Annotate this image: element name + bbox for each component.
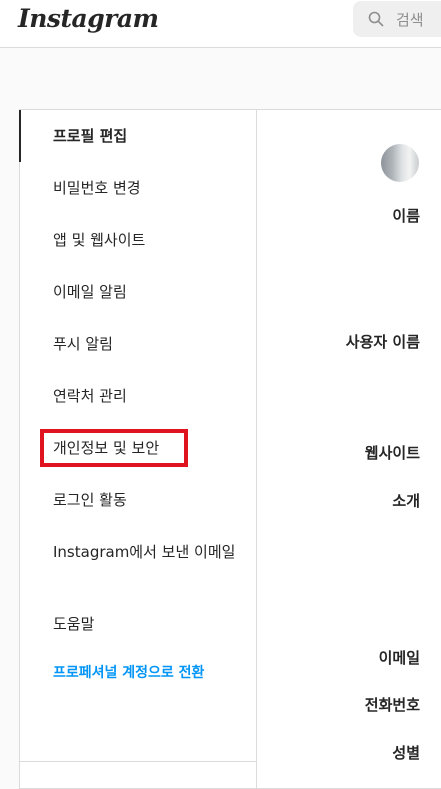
sidebar-item-apps-websites[interactable]: 앱 및 웹사이트 <box>20 231 256 250</box>
sidebar-item-privacy-security[interactable]: 개인정보 및 보안 <box>20 429 256 467</box>
sidebar-item-emails-from-instagram[interactable]: Instagram에서 보낸 이메일 <box>20 543 242 562</box>
sidebar-item-manage-contacts[interactable]: 연락처 관리 <box>20 387 256 406</box>
sidebar-item-label: 푸시 알림 <box>53 335 113 353</box>
settings-sidebar: 프로필 편집 비밀번호 변경 앱 및 웹사이트 이메일 알림 푸시 알림 연락처… <box>19 110 257 788</box>
sidebar-item-label: 도움말 <box>53 615 95 633</box>
sidebar-item-label: 프로필 편집 <box>53 127 128 145</box>
sidebar-item-label: 프로페셔널 계정으로 전환 <box>53 665 205 681</box>
sidebar-item-email-notifications[interactable]: 이메일 알림 <box>20 283 256 302</box>
highlight-box <box>40 429 188 467</box>
settings-card: 프로필 편집 비밀번호 변경 앱 및 웹사이트 이메일 알림 푸시 알림 연락처… <box>19 109 441 789</box>
website-label: 웹사이트 <box>364 444 420 462</box>
email-label: 이메일 <box>378 649 420 667</box>
bio-label: 소개 <box>392 492 420 510</box>
sidebar-item-change-password[interactable]: 비밀번호 변경 <box>20 179 256 198</box>
sidebar-item-label: 이메일 알림 <box>53 283 127 301</box>
sidebar-item-edit-profile[interactable]: 프로필 편집 <box>19 110 256 162</box>
sidebar-item-label: 로그인 활동 <box>53 491 127 509</box>
username-label: 사용자 이름 <box>345 333 420 351</box>
sidebar-item-label: 비밀번호 변경 <box>53 179 141 197</box>
sidebar-item-label: 앱 및 웹사이트 <box>53 231 146 249</box>
search-placeholder: 검색 <box>396 11 424 29</box>
sidebar-item-label: Instagram에서 보낸 이메일 <box>53 543 236 561</box>
sidebar-item-help[interactable]: 도움말 <box>20 615 256 634</box>
phone-label: 전화번호 <box>364 696 420 714</box>
instagram-logo[interactable]: Instagram <box>18 4 159 33</box>
divider <box>20 761 256 762</box>
sidebar-item-push-notifications[interactable]: 푸시 알림 <box>20 335 256 354</box>
sidebar-item-label: 연락처 관리 <box>53 387 127 405</box>
top-navigation-bar: Instagram 검색 <box>0 0 441 48</box>
edit-profile-form: 이름 사용자 이름 웹사이트 소개 이메일 전화번호 성별 <box>257 110 441 788</box>
search-box[interactable]: 검색 <box>353 1 441 37</box>
search-icon <box>368 11 384 27</box>
name-label: 이름 <box>392 207 420 225</box>
sidebar-item-login-activity[interactable]: 로그인 활동 <box>20 491 256 510</box>
active-indicator <box>19 110 21 162</box>
avatar[interactable] <box>381 144 419 182</box>
switch-to-professional-link[interactable]: 프로페셔널 계정으로 전환 <box>20 664 256 683</box>
gender-label: 성별 <box>392 744 420 762</box>
